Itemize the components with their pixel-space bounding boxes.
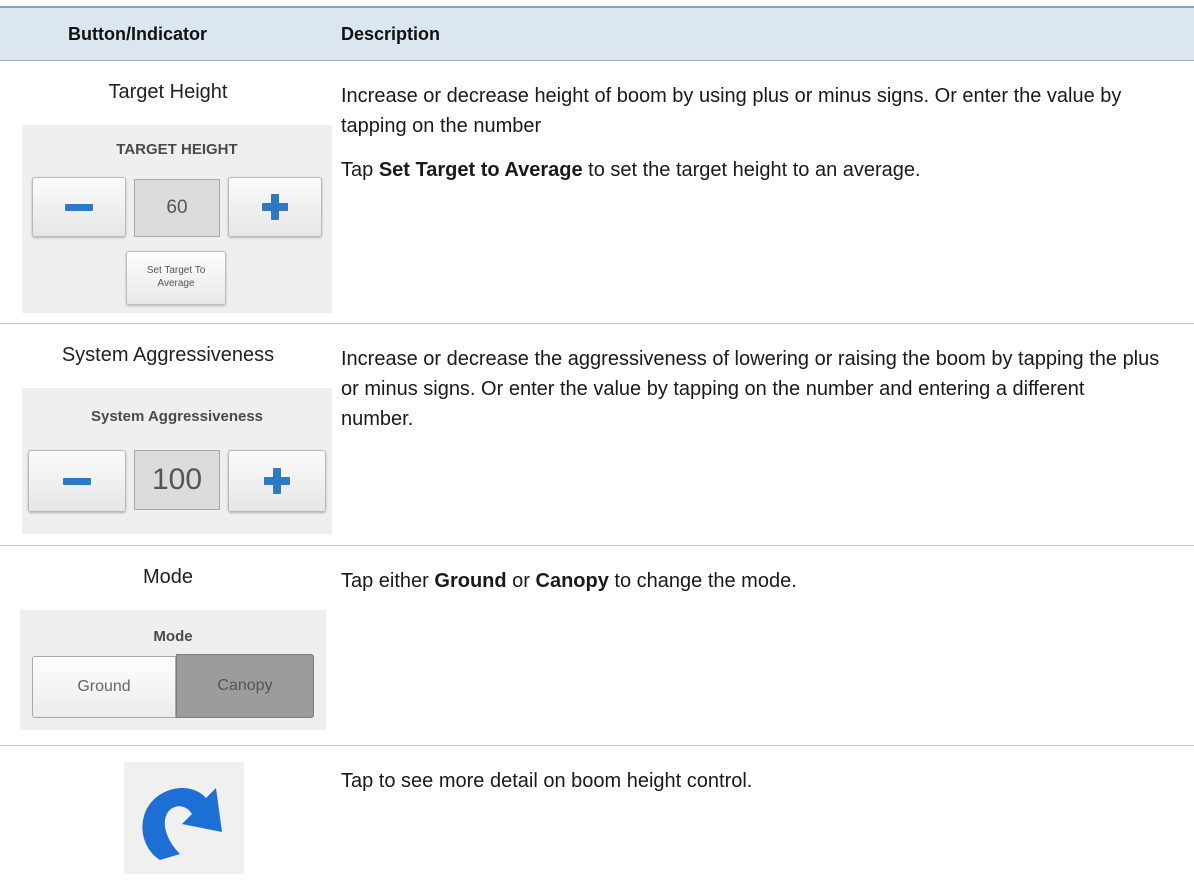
decrease-button[interactable] [28,450,126,512]
description-cell: Increase or decrease height of boom by u… [341,61,1161,199]
target-height-value[interactable]: 60 [134,179,220,237]
desc-line-1: Increase or decrease height of boom by u… [341,85,1122,137]
minus-icon [65,204,93,211]
row-label: Target Height [108,81,228,103]
increase-button[interactable] [228,450,326,512]
decrease-button[interactable] [32,177,126,237]
button-label: Set Target To Average [146,265,206,289]
header-description: Description [341,24,441,44]
description-cell: Tap either Ground or Canopy to change th… [341,546,1161,610]
system-aggressiveness-widget: System Aggressiveness 100 [22,388,332,534]
minus-icon [63,478,91,485]
description-cell: Increase or decrease the aggressiveness … [341,324,1161,448]
table-row-mode: Mode Mode Ground Canopy Tap either Groun… [0,546,1194,746]
description-cell: Tap to see more detail on boom height co… [341,746,1161,810]
description-text: Increase or decrease the aggressiveness … [341,344,1161,434]
row-label: System Aggressiveness [61,344,275,366]
table-header: Button/Indicator Description [0,6,1194,61]
description-text: Tap to see more detail on boom height co… [341,766,1161,796]
redo-arrow-icon [142,787,222,860]
desc-line-1: Tap either Ground or Canopy to change th… [341,570,797,592]
desc-line-2: Tap Set Target to Average to set the tar… [341,159,921,181]
desc-line-1: Increase or decrease the aggressiveness … [341,348,1160,430]
aggressiveness-value[interactable]: 100 [134,450,220,510]
table-row-system-aggressiveness: System Aggressiveness System Aggressiven… [0,324,1194,546]
indicator-cell: Mode Mode Ground Canopy [0,546,336,730]
increase-button[interactable] [228,177,322,237]
widget-title: TARGET HEIGHT [116,141,238,158]
detail-button[interactable] [124,762,244,874]
mode-ground-option[interactable]: Ground [32,656,176,718]
desc-line-1: Tap to see more detail on boom height co… [341,770,753,792]
description-text: Tap either Ground or Canopy to change th… [341,566,1161,596]
set-target-to-average-button[interactable]: Set Target To Average [126,251,226,305]
row-label: Mode [142,566,194,588]
mode-canopy-option[interactable]: Canopy [176,654,314,718]
widget-title: Mode [153,628,193,645]
table-row-target-height: Target Height TARGET HEIGHT 60 Set Targe… [0,61,1194,324]
button-indicator-table: Button/Indicator Description Target Heig… [0,6,1194,888]
indicator-cell: System Aggressiveness System Aggressiven… [0,324,336,534]
table-row-detail: Tap to see more detail on boom height co… [0,746,1194,888]
description-text: Increase or decrease height of boom by u… [341,81,1161,185]
header-button-indicator: Button/Indicator [68,24,207,44]
widget-title: System Aggressiveness [90,408,264,425]
indicator-cell: Target Height TARGET HEIGHT 60 Set Targe… [0,61,336,313]
mode-widget: Mode Ground Canopy [20,610,326,730]
target-height-widget: TARGET HEIGHT 60 Set Target To Average [22,125,332,313]
